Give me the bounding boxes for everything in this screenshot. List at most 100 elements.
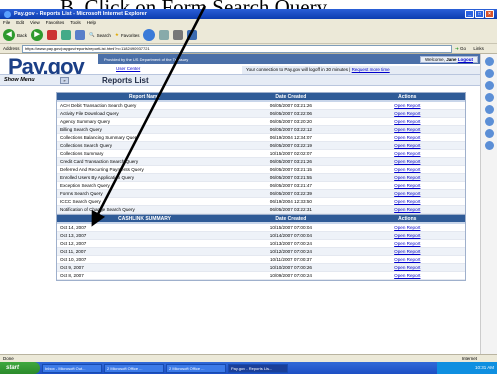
refresh-button[interactable] (61, 30, 72, 40)
report-name-cell: Oct 11, 2007 (60, 249, 86, 254)
menu-row: Show Menu » Reports List (0, 74, 480, 86)
report-name-cell: Oct 10, 2007 (60, 257, 87, 262)
tool-icon[interactable] (484, 117, 494, 126)
table-row: Agency Summary Query 06/05/2007 03:20:20 O… (57, 118, 465, 126)
date-created-cell: 10/12/2007 07:00:24 (269, 249, 312, 254)
show-menu-link[interactable]: Show Menu (4, 77, 35, 83)
forward-button[interactable]: ▶ (31, 29, 44, 41)
report-name-cell: Credit Card Transaction Search Query (60, 159, 139, 164)
cashlink-table-header: CASHLINK SUMMARY Date Created Actions (57, 215, 465, 224)
open-report-link[interactable]: Open Report (350, 206, 465, 213)
menu-file[interactable]: File (3, 19, 10, 27)
tool-icon[interactable] (484, 81, 494, 90)
taskbar-item[interactable]: Inbox - Microsoft Out... (42, 363, 102, 373)
back-button[interactable]: ◀ Back (3, 29, 27, 41)
table-row: Oct 12, 2007 10/13/2007 07:00:24 Open Repo… (57, 240, 465, 248)
stop-button[interactable] (47, 30, 58, 40)
window-title: Pay.gov - Reports List - Microsoft Inter… (14, 11, 147, 17)
back-arrow-icon: ◀ (3, 29, 15, 41)
open-report-link[interactable]: Open Report (350, 248, 465, 255)
report-name-cell: Collections Search Query (60, 143, 113, 148)
open-report-link[interactable]: Open Report (350, 102, 465, 109)
status-bar: Done Internet (0, 354, 497, 362)
menu-tools[interactable]: Tools (70, 19, 81, 27)
tool-icon[interactable] (484, 57, 494, 66)
user-center-link[interactable]: User Center (116, 66, 140, 71)
tool-icon[interactable] (484, 141, 494, 150)
status-text: Done (3, 356, 14, 361)
open-report-link[interactable]: Open Report (350, 118, 465, 125)
reports-table-body: ACH Debit Transaction Search Query 06/05/… (57, 102, 465, 214)
menu-view[interactable]: View (30, 19, 40, 27)
menu-toggle-icon[interactable]: » (60, 77, 69, 84)
open-report-link[interactable]: Open Report (350, 166, 465, 173)
open-report-link[interactable]: Open Report (350, 158, 465, 165)
address-input[interactable]: https://www.pay.gov/paygov/reports/repor… (22, 45, 452, 53)
tool-icon[interactable] (484, 105, 494, 114)
start-button[interactable]: start (0, 362, 40, 374)
minimize-button[interactable]: _ (465, 10, 474, 18)
word-button[interactable] (187, 30, 198, 40)
open-report-link[interactable]: Open Report (350, 224, 465, 231)
menu-help[interactable]: Help (87, 19, 96, 27)
address-bar: Address https://www.pay.gov/paygov/repor… (0, 44, 497, 54)
open-report-link[interactable]: Open Report (350, 190, 465, 197)
date-created-cell: 10/15/2007 07:00:04 (269, 225, 312, 230)
go-button[interactable]: ➜ Go Links (455, 45, 484, 53)
date-created-cell: 10/14/2007 07:00:04 (269, 233, 312, 238)
close-button[interactable]: × (485, 10, 494, 18)
date-created-cell: 06/05/2007 03:21:26 (269, 159, 312, 164)
open-report-link[interactable]: Open Report (350, 174, 465, 181)
tool-icon[interactable] (484, 69, 494, 78)
mail-button[interactable] (159, 30, 170, 40)
table-row: Oct 8, 2007 10/09/2007 07:00:24 Open Repor… (57, 272, 465, 280)
table-row: Collections Summary 10/15/2007 02:02:07 Op… (57, 150, 465, 158)
taskbar-item[interactable]: Pay.gov - Reports Lis... (228, 363, 288, 373)
welcome-box: Welcome, Jane Logout (420, 56, 478, 63)
cashlink-table: CASHLINK SUMMARY Date Created Actions Oc… (56, 214, 466, 281)
open-report-link[interactable]: Open Report (350, 110, 465, 117)
favorites-button[interactable]: ★ Favorites (115, 32, 140, 38)
report-name-cell: Oct 14, 2007 (60, 225, 87, 230)
go-arrow-icon: ➜ (455, 46, 459, 51)
right-toolbar (480, 54, 497, 354)
open-report-link[interactable]: Open Report (350, 232, 465, 239)
media-button[interactable] (143, 29, 156, 41)
report-name-cell: Collections Balancing Summary Query (60, 135, 139, 140)
date-created-cell: 10/11/2007 07:00:37 (269, 257, 312, 262)
report-name-cell: Notification of Change Search Query (60, 207, 135, 212)
date-created-cell: 06/19/2004 12:34:07 (269, 135, 312, 140)
print-button[interactable] (173, 30, 184, 40)
search-button[interactable]: 🔍 Search (89, 32, 111, 38)
maximize-button[interactable]: □ (475, 10, 484, 18)
provided-by-text: Provided by the US Department of the Tre… (104, 57, 189, 62)
open-report-link[interactable]: Open Report (350, 198, 465, 205)
report-name-cell: Collections Summary (60, 151, 104, 156)
menu-edit[interactable]: Edit (16, 19, 24, 27)
window-titlebar: Pay.gov - Reports List - Microsoft Inter… (0, 9, 497, 19)
table-row: Oct 10, 2007 10/11/2007 07:00:37 Open Repo… (57, 256, 465, 264)
open-report-link[interactable]: Open Report (350, 142, 465, 149)
request-more-time-link[interactable]: Request more time (352, 67, 390, 72)
open-report-link[interactable]: Open Report (350, 264, 465, 271)
menu-favorites[interactable]: Favorites (46, 19, 65, 27)
home-button[interactable] (75, 30, 86, 40)
open-report-link[interactable]: Open Report (350, 134, 465, 141)
table-row: Oct 11, 2007 10/12/2007 07:00:24 Open Repo… (57, 248, 465, 256)
taskbar-item[interactable]: 2 Microsoft Office ... (104, 363, 164, 373)
open-report-link[interactable]: Open Report (350, 150, 465, 157)
open-report-link[interactable]: Open Report (350, 240, 465, 247)
report-name-cell: Oct 9, 2007 (60, 265, 84, 270)
open-report-link[interactable]: Open Report (350, 182, 465, 189)
tool-icon[interactable] (484, 129, 494, 138)
logout-link[interactable]: Logout (458, 57, 473, 62)
date-created-cell: 06/05/2007 03:22:39 (269, 191, 312, 196)
tool-icon[interactable] (484, 93, 494, 102)
open-report-link[interactable]: Open Report (350, 126, 465, 133)
open-report-link[interactable]: Open Report (350, 272, 465, 279)
open-report-link[interactable]: Open Report (350, 256, 465, 263)
table-row: Oct 13, 2007 10/14/2007 07:00:04 Open Repo… (57, 232, 465, 240)
taskbar-item[interactable]: 2 Microsoft Office ... (166, 363, 226, 373)
report-name-cell: Agency Summary Query (60, 119, 111, 124)
star-icon: ★ (114, 32, 119, 37)
